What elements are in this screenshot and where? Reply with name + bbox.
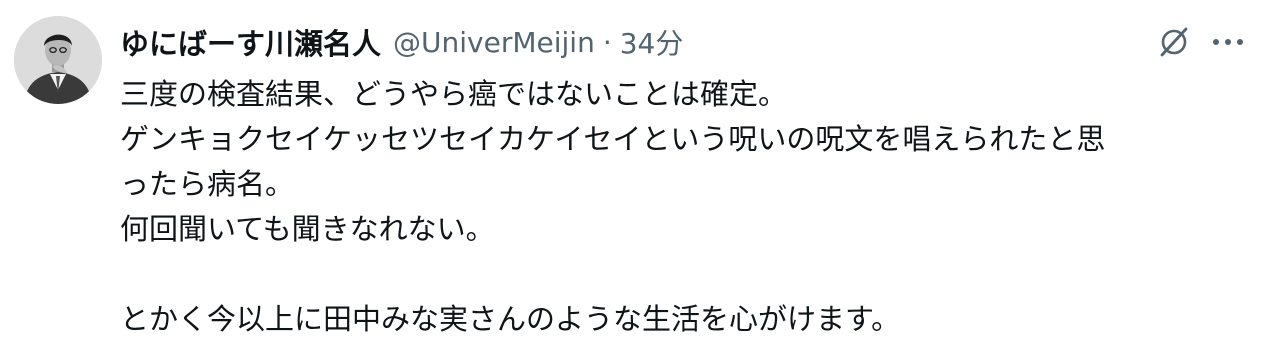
tweet-header: ゆにばーす川瀬名人 @UniverMeijin · 34分 [120,20,683,64]
tweet-text: 三度の検査結果、どうやら癌ではないことは確定。 ゲンキョクセイケッセツセイカケイ… [120,72,1260,342]
tweet-text-line: 何回聞いても聞きなれない。 [120,212,495,246]
tweet: ゆにばーす川瀬名人 @UniverMeijin · 34分 三度の検査結果、どう… [0,0,1282,364]
avatar-photo [14,16,102,104]
separator-dot: · [602,25,612,59]
more-horizontal-icon [1213,39,1243,45]
tweet-text-line: 三度の検査結果、どうやら癌ではないことは確定。 [120,77,788,111]
tweet-text-line: とかく今以上に田中みな実さんのような生活を心がけます。 [120,302,901,336]
avatar[interactable] [14,16,102,104]
more-button[interactable] [1206,20,1250,64]
grok-button[interactable] [1152,20,1196,64]
author-handle[interactable]: @UniverMeijin [393,26,595,59]
tweet-text-line: ったら病名。 [120,167,295,201]
tweet-timestamp[interactable]: 34分 [620,22,684,62]
author-display-name[interactable]: ゆにばーす川瀬名人 [120,21,381,63]
grok-icon [1160,27,1188,57]
tweet-text-line: ゲンキョクセイケッセツセイカケイセイという呪いの呪文を唱えられたと思 [120,122,1106,156]
